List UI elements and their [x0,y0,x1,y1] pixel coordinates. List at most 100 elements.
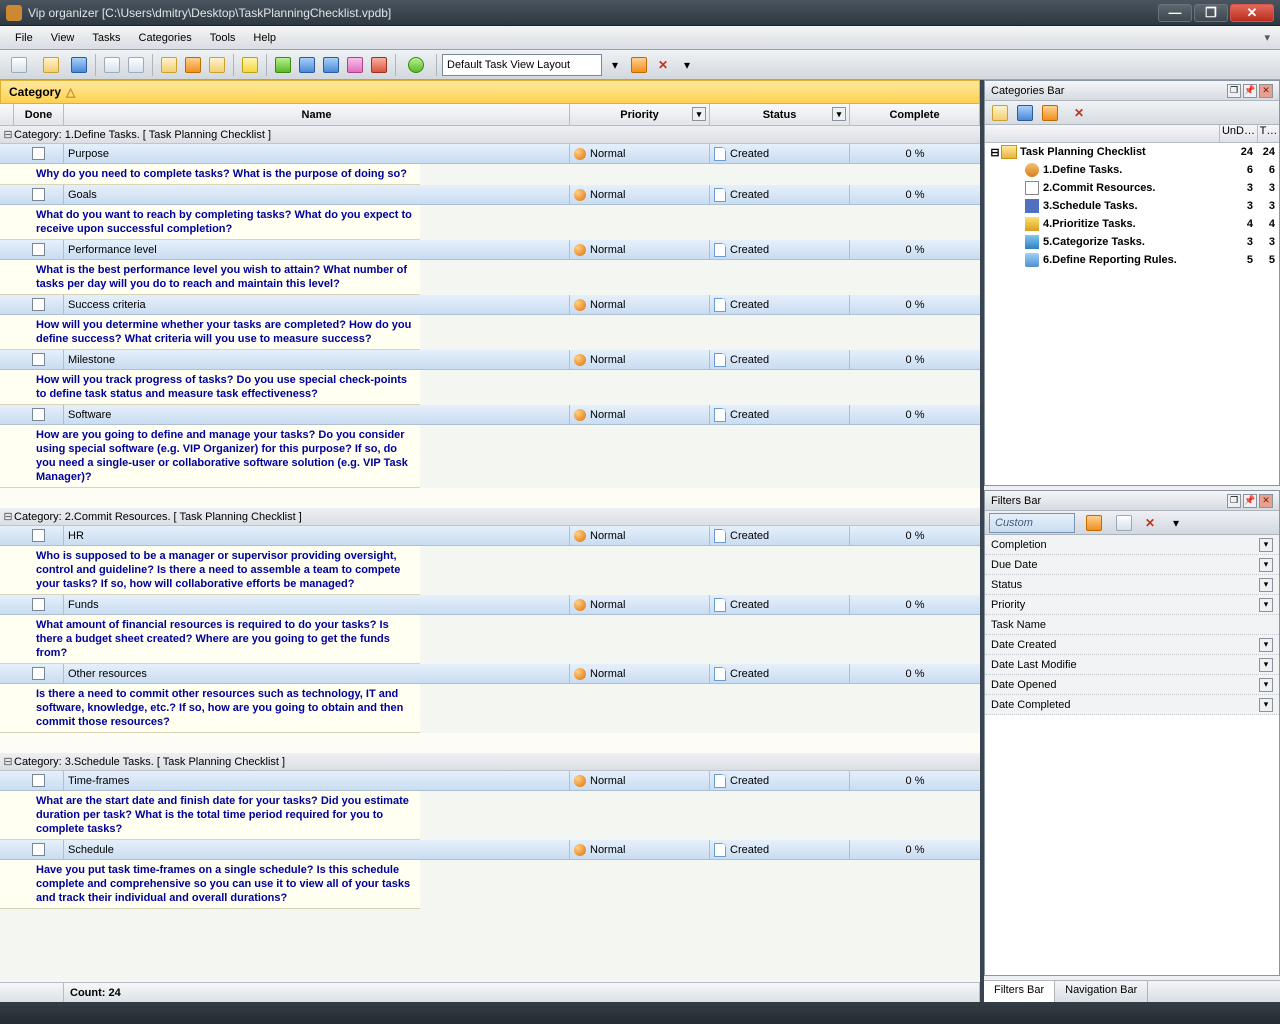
tree-item[interactable]: 6.Define Reporting Rules.55 [985,251,1279,269]
menu-tasks[interactable]: Tasks [83,29,129,47]
new-button[interactable] [4,54,34,76]
up-button[interactable] [296,54,318,76]
col-undone[interactable]: UnD… [1219,125,1257,142]
task-row[interactable]: Time-framesNormalCreated0 % [0,771,980,791]
done-checkbox[interactable] [32,188,45,201]
priority-filter-icon[interactable]: ▾ [692,107,706,121]
new-task-button[interactable] [158,54,180,76]
expand-icon[interactable]: ⊟ [989,146,1001,159]
menu-help[interactable]: Help [244,29,285,47]
done-checkbox[interactable] [32,774,45,787]
col-name[interactable]: Name [64,104,570,125]
task-row[interactable]: MilestoneNormalCreated0 % [0,350,980,370]
col-complete[interactable]: Complete [850,104,980,125]
menu-view[interactable]: View [42,29,84,47]
task-row[interactable]: Other resourcesNormalCreated0 % [0,664,980,684]
panel-pin-icon[interactable]: 📌 [1243,494,1257,508]
tree-item[interactable]: 3.Schedule Tasks.33 [985,197,1279,215]
tree-item[interactable]: 4.Prioritize Tasks.44 [985,215,1279,233]
col-total[interactable]: T… [1257,125,1279,142]
filter-dropdown-icon[interactable]: ▾ [1259,578,1273,592]
filter-row[interactable]: Date Created▾ [985,635,1279,655]
reminder-button[interactable] [344,54,366,76]
col-priority[interactable]: Priority▾ [570,104,710,125]
filter-dropdown-icon[interactable]: ▾ [1259,638,1273,652]
task-row[interactable]: SoftwareNormalCreated0 % [0,405,980,425]
filter-dropdown-icon[interactable]: ▾ [1259,658,1273,672]
task-row[interactable]: ScheduleNormalCreated0 % [0,840,980,860]
filter-preset-combo[interactable]: Custom [989,513,1075,533]
filter-row[interactable]: Due Date▾ [985,555,1279,575]
cat-edit-button[interactable] [1014,102,1036,124]
panel-close-icon[interactable]: ✕ [1259,494,1273,508]
save-button[interactable] [68,54,90,76]
open-button[interactable] [36,54,66,76]
categories-tree[interactable]: ⊟Task Planning Checklist24241.Define Tas… [985,143,1279,485]
panel-close-icon[interactable]: ✕ [1259,84,1273,98]
filter-row[interactable]: Priority▾ [985,595,1279,615]
filter-button[interactable] [401,54,431,76]
filter-dropdown-icon[interactable]: ▾ [1259,538,1273,552]
col-done[interactable]: Done [14,104,64,125]
category-group-header[interactable]: ⊟ Category: 3.Schedule Tasks. [ Task Pla… [0,753,980,771]
category-button[interactable] [239,54,261,76]
filter-dropdown-icon[interactable]: ▾ [1259,598,1273,612]
filter-row[interactable]: Date Last Modifie▾ [985,655,1279,675]
flag-button[interactable] [368,54,390,76]
tree-item[interactable]: 1.Define Tasks.66 [985,161,1279,179]
menu-file[interactable]: File [6,29,42,47]
task-row[interactable]: Performance levelNormalCreated0 % [0,240,980,260]
minimize-button[interactable]: — [1158,4,1192,22]
cat-new-button[interactable] [989,102,1011,124]
print-preview-button[interactable] [125,54,147,76]
done-checkbox[interactable] [32,529,45,542]
close-button[interactable]: ✕ [1230,4,1274,22]
tab-navigation[interactable]: Navigation Bar [1055,981,1148,1002]
done-checkbox[interactable] [32,408,45,421]
filter-row[interactable]: Date Completed▾ [985,695,1279,715]
done-checkbox[interactable] [32,843,45,856]
done-checkbox[interactable] [32,298,45,311]
filter-row[interactable]: Date Opened▾ [985,675,1279,695]
filter-dropdown-icon[interactable]: ▾ [1259,678,1273,692]
done-checkbox[interactable] [32,243,45,256]
delete-task-button[interactable] [206,54,228,76]
menu-overflow[interactable]: ▾ [1260,31,1274,44]
task-row[interactable]: FundsNormalCreated0 % [0,595,980,615]
task-row[interactable]: Success criteriaNormalCreated0 % [0,295,980,315]
filter-more-button[interactable]: ▾ [1165,512,1187,534]
filter-dropdown-icon[interactable]: ▾ [1259,698,1273,712]
down-button[interactable] [320,54,342,76]
layout-combo[interactable]: Default Task View Layout [442,54,602,76]
filter-dropdown-icon[interactable]: ▾ [1259,558,1273,572]
filter-delete-button[interactable]: ✕ [1139,512,1161,534]
filter-row[interactable]: Completion▾ [985,535,1279,555]
panel-restore-icon[interactable]: ❐ [1227,84,1241,98]
layout-save-button[interactable] [628,54,650,76]
task-grid[interactable]: ⊟ Category: 1.Define Tasks. [ Task Plann… [0,126,980,982]
tree-item[interactable]: 5.Categorize Tasks.33 [985,233,1279,251]
category-group-header[interactable]: ⊟ Category: 2.Commit Resources. [ Task P… [0,508,980,526]
panel-pin-icon[interactable]: 📌 [1243,84,1257,98]
collapse-icon[interactable]: ⊟ [2,128,14,141]
cat-delete-button[interactable]: ✕ [1064,102,1094,124]
done-checkbox[interactable] [32,147,45,160]
task-row[interactable]: GoalsNormalCreated0 % [0,185,980,205]
maximize-button[interactable]: ❐ [1194,4,1228,22]
menu-tools[interactable]: Tools [201,29,245,47]
edit-task-button[interactable] [182,54,204,76]
layout-more-button[interactable]: ▾ [676,54,698,76]
cat-rename-button[interactable] [1039,102,1061,124]
collapse-icon[interactable]: ⊟ [2,755,14,768]
print-button[interactable] [101,54,123,76]
filter-row[interactable]: Status▾ [985,575,1279,595]
task-row[interactable]: PurposeNormalCreated0 % [0,144,980,164]
tab-filters[interactable]: Filters Bar [984,980,1055,1002]
filter-row[interactable]: Task Name [985,615,1279,635]
filter-save-button[interactable] [1079,512,1109,534]
check-button[interactable] [272,54,294,76]
done-checkbox[interactable] [32,353,45,366]
panel-restore-icon[interactable]: ❐ [1227,494,1241,508]
category-group-header[interactable]: ⊟ Category: 1.Define Tasks. [ Task Plann… [0,126,980,144]
layout-delete-button[interactable]: ✕ [652,54,674,76]
